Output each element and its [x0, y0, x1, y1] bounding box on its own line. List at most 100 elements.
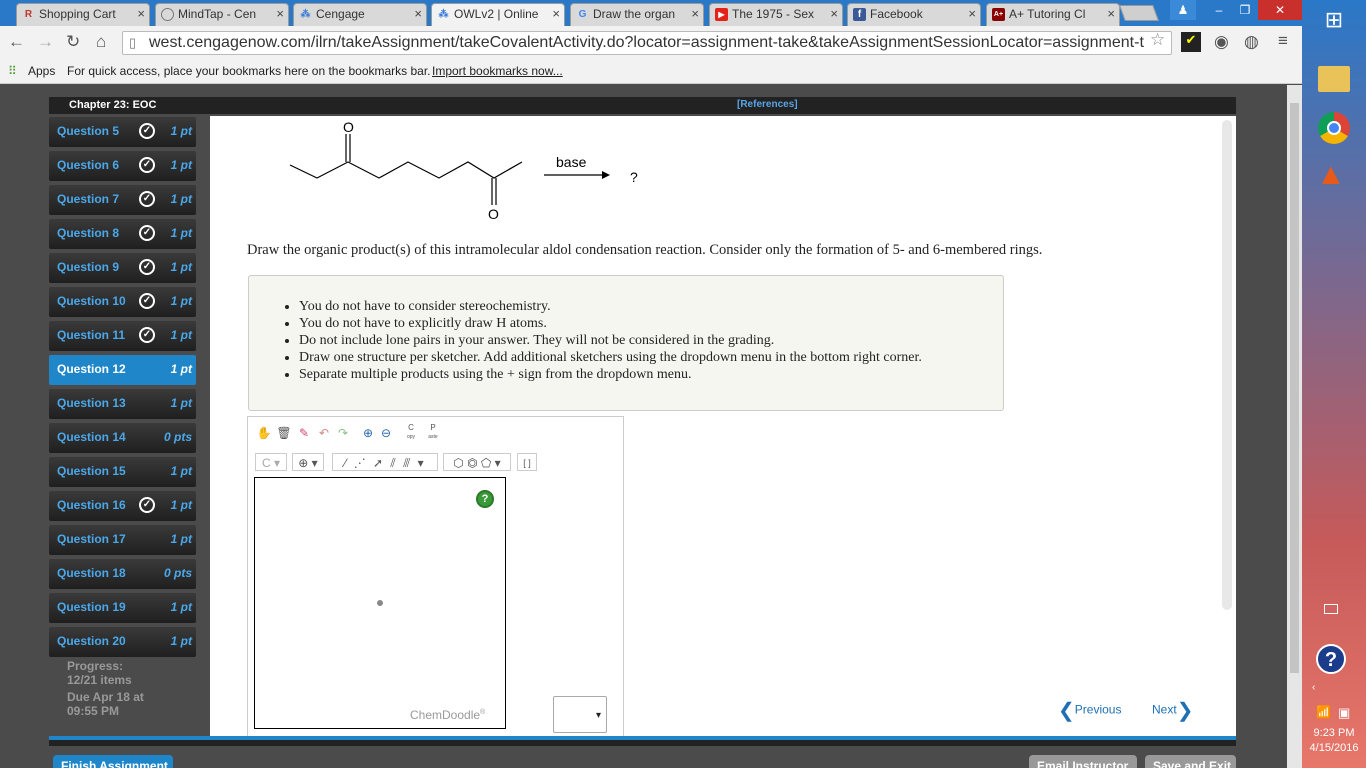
question-nav-item[interactable]: Question 14 0 pts [49, 423, 196, 453]
email-instructor-button[interactable]: Email Instructor [1029, 755, 1137, 768]
apps-icon[interactable]: ⠿ [8, 64, 17, 78]
matlab-icon[interactable]: ▲ [1316, 158, 1346, 192]
instruction-item: Do not include lone pairs in your answer… [299, 332, 1003, 349]
question-label: Question 19 [57, 600, 126, 614]
keyboard-icon[interactable] [1324, 604, 1338, 614]
close-icon[interactable]: × [1107, 6, 1115, 21]
page-scrollbar[interactable] [1287, 85, 1302, 768]
help-icon[interactable]: ? [476, 490, 494, 508]
forward-icon[interactable]: → [37, 32, 54, 52]
close-icon[interactable]: × [137, 6, 145, 21]
extension-check-icon[interactable]: ✔ [1181, 32, 1201, 52]
zoom-out-icon[interactable]: ⊖ [377, 424, 395, 442]
menu-icon[interactable]: ≡ [1278, 31, 1288, 51]
finish-assignment-button[interactable]: Finish Assignment [53, 755, 173, 768]
cengage-icon: ⁂ [300, 9, 311, 20]
oxygen-top: O [343, 119, 354, 135]
chrome-icon[interactable] [1318, 112, 1350, 144]
question-nav-item[interactable]: Question 20 1 pt [49, 627, 196, 657]
question-nav-item[interactable]: Question 19 1 pt [49, 593, 196, 623]
question-nav-item[interactable]: Question 9 ✓ 1 pt [49, 253, 196, 283]
hand-icon[interactable]: ✋ [255, 424, 273, 442]
sketcher-dropdown[interactable]: ▾ [553, 696, 607, 733]
eraser-icon[interactable]: ✎ [295, 424, 313, 442]
close-icon[interactable]: × [552, 6, 560, 21]
home-icon[interactable]: ⌂ [96, 32, 106, 52]
references-link[interactable]: [References] [737, 99, 798, 110]
next-button[interactable]: Next❯ [1152, 698, 1193, 723]
windows-start-icon[interactable]: ⊞ [1320, 8, 1348, 32]
tab-mindtap[interactable]: MindTap - Cen × [155, 3, 289, 26]
bracket-tool[interactable]: [ ] [517, 453, 537, 471]
close-icon[interactable]: × [830, 6, 838, 21]
question-nav-item[interactable]: Question 6 ✓ 1 pt [49, 151, 196, 181]
tab-draw-the-organ[interactable]: G Draw the organ × [570, 3, 704, 26]
clear-icon[interactable]: 🗑 [275, 424, 293, 442]
network-icon[interactable]: 📶 [1316, 705, 1331, 719]
charge-tool[interactable]: ⊕ ▾ [292, 453, 324, 471]
star-icon[interactable]: ☆ [1150, 30, 1165, 50]
import-bookmarks-link[interactable]: Import bookmarks now... [432, 64, 563, 78]
instruction-item: Draw one structure per sketcher. Add add… [299, 349, 1003, 366]
copy-button[interactable]: Copy [402, 424, 420, 442]
question-nav-item[interactable]: Question 17 1 pt [49, 525, 196, 555]
question-points: 1 pt [170, 362, 192, 376]
question-nav-item[interactable]: Question 11 ✓ 1 pt [49, 321, 196, 351]
question-nav-item[interactable]: Question 13 1 pt [49, 389, 196, 419]
question-nav-item[interactable]: Question 5 ✓ 1 pt [49, 117, 196, 147]
question-nav-item[interactable]: Question 8 ✓ 1 pt [49, 219, 196, 249]
tray-chevron-icon[interactable]: ‹ [1312, 682, 1315, 693]
apps-link[interactable]: Apps [28, 64, 55, 78]
extension-icon[interactable]: ◉ [1214, 32, 1229, 52]
question-nav-item[interactable]: Question 7 ✓ 1 pt [49, 185, 196, 215]
restore-icon[interactable]: ❐ [1232, 0, 1258, 20]
tab-owlv2[interactable]: ⁂ OWLv2 | Online × [431, 3, 565, 26]
question-nav-item[interactable]: Question 15 1 pt [49, 457, 196, 487]
question-nav-item[interactable]: Question 18 0 pts [49, 559, 196, 589]
r-icon: R [24, 9, 33, 20]
element-select[interactable]: C ▾ [255, 453, 287, 471]
reload-icon[interactable]: ↻ [66, 32, 80, 52]
tab-label: The 1975 - Sex [732, 7, 815, 21]
previous-button[interactable]: ❮Previous [1058, 698, 1121, 723]
save-and-exit-button[interactable]: Save and Exit [1145, 755, 1236, 768]
user-icon[interactable]: ♟ [1170, 0, 1196, 20]
tab-a-tutoring[interactable]: A+ A+ Tutoring Cl × [986, 3, 1120, 26]
question-label: Question 7 [57, 192, 120, 206]
undo-icon[interactable]: ↶ [315, 424, 333, 442]
ring-tools[interactable]: ⬡ ⏣ ⬠ ▾ [443, 453, 511, 471]
question-points: 0 pts [163, 566, 192, 580]
scrollbar-thumb[interactable] [1290, 103, 1299, 673]
action-center-icon[interactable]: ▣ [1338, 705, 1350, 721]
content-scrollbar[interactable] [1222, 120, 1232, 610]
system-clock[interactable]: 9:23 PM 4/15/2016 [1302, 726, 1366, 756]
question-nav-item[interactable]: Question 12 1 pt [49, 355, 196, 385]
checkmark-icon: ✓ [139, 497, 155, 513]
paste-button[interactable]: Paste [424, 424, 442, 442]
close-window-icon[interactable]: ✕ [1258, 0, 1302, 20]
question-points: 1 pt [170, 294, 192, 308]
bond-tools[interactable]: ⁄ ⋰ ➚ ⫽ ⫻ ▾ [332, 453, 438, 471]
close-icon[interactable]: × [691, 6, 699, 21]
drawing-canvas[interactable]: ? ChemDoodle® [254, 477, 506, 729]
close-icon[interactable]: × [414, 6, 422, 21]
redo-icon[interactable]: ↷ [334, 424, 352, 442]
tab-the-1975[interactable]: ▶ The 1975 - Sex × [709, 3, 843, 26]
close-icon[interactable]: × [968, 6, 976, 21]
back-icon[interactable]: ← [8, 32, 25, 52]
minimize-icon[interactable]: – [1206, 0, 1232, 20]
tab-facebook[interactable]: f Facebook × [847, 3, 981, 26]
tab-cengage[interactable]: ⁂ Cengage × [293, 3, 427, 26]
file-explorer-icon[interactable] [1318, 66, 1350, 92]
help-tray-icon[interactable]: ? [1316, 644, 1346, 674]
address-bar[interactable]: ▯ west.cengagenow.com/ilrn/takeAssignmen… [122, 31, 1172, 55]
new-tab-button[interactable] [1119, 5, 1159, 21]
tab-shopping-cart[interactable]: R Shopping Cart × [16, 3, 150, 26]
extension-globe-icon[interactable]: ◍ [1244, 32, 1259, 52]
facebook-icon: f [853, 8, 866, 21]
zoom-in-icon[interactable]: ⊕ [359, 424, 377, 442]
close-icon[interactable]: × [276, 6, 284, 21]
due-date: Due Apr 18 at [67, 690, 144, 704]
question-nav-item[interactable]: Question 16 ✓ 1 pt [49, 491, 196, 521]
question-nav-item[interactable]: Question 10 ✓ 1 pt [49, 287, 196, 317]
